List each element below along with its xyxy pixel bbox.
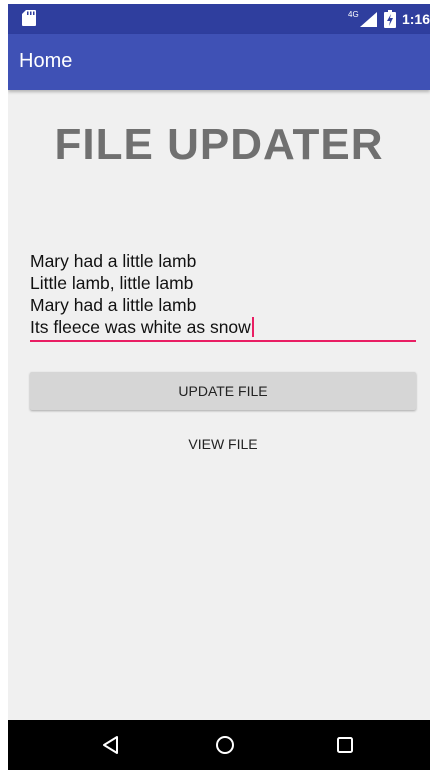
home-icon[interactable] — [213, 733, 237, 757]
text-line: Mary had a little lamb — [30, 295, 197, 315]
sd-card-icon — [22, 10, 36, 26]
status-time: 1:16 — [401, 11, 430, 27]
text-line: Little lamb, little lamb — [30, 273, 194, 293]
text-line-text: Its fleece was white as snow — [30, 317, 251, 337]
app-bar: Home — [8, 34, 430, 90]
navigation-bar — [8, 720, 430, 770]
text-line: Mary had a little lamb — [30, 251, 197, 271]
status-bar: 4G 1:16 — [8, 4, 430, 34]
text-line-last: Its fleece was white as snow — [30, 316, 416, 338]
app-bar-title: Home — [19, 50, 73, 72]
phone-screen: 4G 1:16 Home FILE UPDATER Mary had a lit… — [8, 4, 430, 770]
status-icons: 4G 1:16 — [348, 4, 430, 34]
text-cursor — [251, 317, 254, 337]
page-headline: FILE UPDATER — [54, 120, 384, 169]
view-file-button[interactable]: VIEW FILE — [30, 426, 416, 462]
update-file-button[interactable]: UPDATE FILE — [30, 372, 416, 410]
network-type-label: 4G — [348, 10, 359, 19]
back-icon[interactable] — [99, 733, 123, 757]
signal-icon: 4G — [348, 10, 377, 27]
file-content-input[interactable]: Mary had a little lamb Little lamb, litt… — [30, 250, 416, 342]
recents-icon[interactable] — [333, 733, 357, 757]
main-content: FILE UPDATER Mary had a little lamb Litt… — [8, 90, 430, 720]
battery-charging-icon — [383, 10, 396, 28]
